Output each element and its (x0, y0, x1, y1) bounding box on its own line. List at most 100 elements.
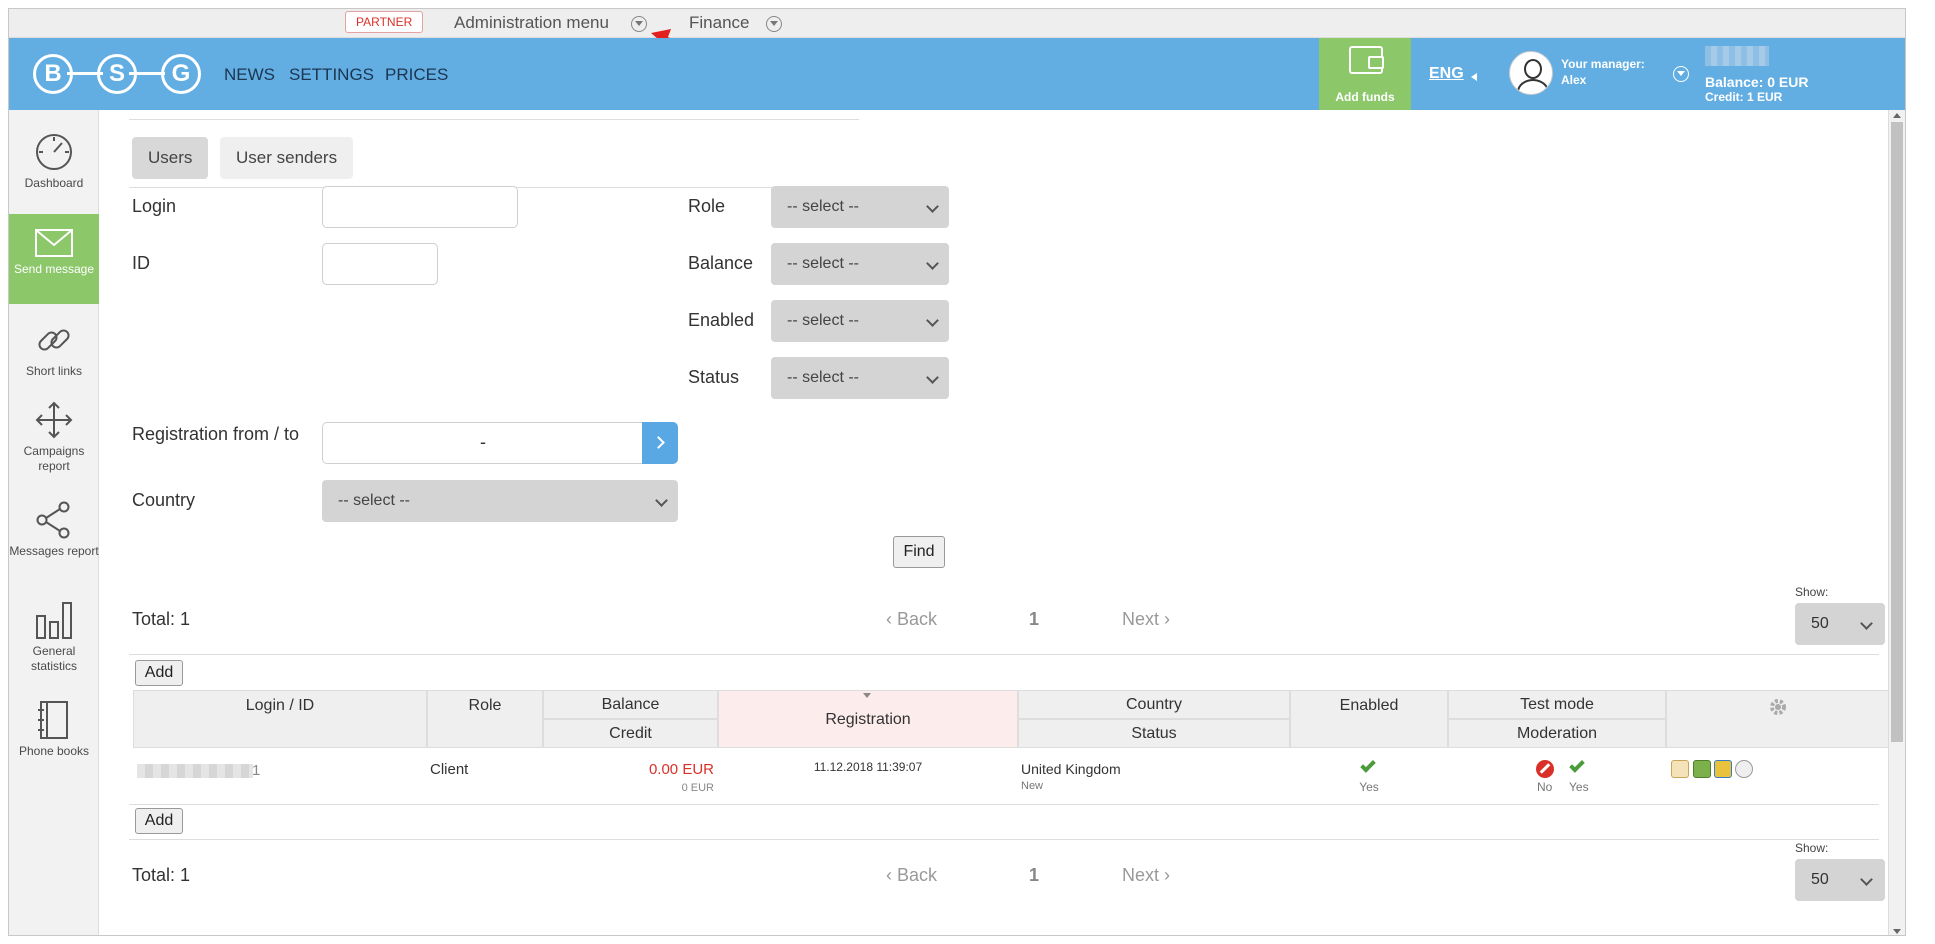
security-lock-icon[interactable] (1714, 760, 1732, 778)
admin-menu-dropdown-icon[interactable] (631, 16, 647, 32)
add-button-top[interactable]: Add (135, 660, 183, 686)
sidebar-item-short-links[interactable]: Short links (9, 320, 99, 390)
add-button-bottom[interactable]: Add (135, 808, 183, 834)
pager-next-bottom[interactable]: Next › (1122, 865, 1170, 886)
col-status[interactable]: Status (1018, 719, 1290, 748)
row-role: Client (430, 761, 469, 778)
scroll-thumb[interactable] (1891, 122, 1903, 742)
show-label: Show: (1795, 585, 1829, 599)
enabled-label: Enabled (688, 310, 755, 330)
add-funds-button[interactable]: Add funds (1319, 38, 1411, 110)
enabled-select[interactable]: -- select -- (771, 300, 949, 342)
top-header: B S G NEWS SETTINGS PRICES Add funds ENG… (9, 38, 1905, 110)
role-label: Role (688, 196, 726, 216)
nav-news[interactable]: NEWS (224, 65, 275, 85)
col-role[interactable]: Role (427, 690, 543, 748)
balance-select[interactable]: -- select -- (771, 243, 949, 285)
pager-back[interactable]: ‹ Back (886, 609, 937, 630)
tab-user-senders[interactable]: User senders (220, 137, 354, 179)
sidebar-item-campaigns-report[interactable]: Campaigns report (9, 400, 99, 485)
total-count-bottom: Total: 1 (132, 865, 191, 885)
scroll-up-icon[interactable] (1893, 113, 1901, 118)
country-label: Country (132, 490, 196, 510)
sidebar-item-messages-report[interactable]: Messages report (9, 500, 99, 585)
nav-prices[interactable]: PRICES (385, 65, 448, 85)
vertical-scrollbar[interactable] (1888, 110, 1905, 935)
sidebar: Dashboard Send message Short links Campa… (9, 110, 99, 935)
sidebar-item-general-statistics[interactable]: General statistics (9, 600, 99, 685)
sidebar-item-send-message[interactable]: Send message (9, 214, 99, 304)
logo[interactable]: B S G (33, 50, 205, 98)
col-registration[interactable]: Registration (718, 690, 1018, 748)
language-caret-icon[interactable] (1471, 73, 1477, 81)
tab-users[interactable]: Users (132, 137, 209, 179)
pager-back-bottom[interactable]: ‹ Back (886, 865, 937, 886)
login-label: Login (132, 196, 177, 216)
bar-chart-icon (36, 602, 72, 639)
key-icon[interactable] (1735, 760, 1753, 778)
shopping-bag-icon[interactable] (1693, 760, 1711, 778)
test-mode-off-icon[interactable] (1536, 760, 1554, 778)
row-login-id[interactable]: 1 (252, 762, 260, 779)
row-country: United Kingdom (1021, 761, 1121, 777)
wallet-icon (1349, 46, 1384, 74)
enabled-check-icon[interactable] (1360, 757, 1376, 773)
notebook-icon (38, 701, 68, 739)
move-arrows-icon (35, 401, 73, 439)
admin-bar: PARTNER Administration menu Finance (9, 9, 1905, 38)
country-select[interactable]: -- select -- (322, 480, 678, 522)
scroll-down-icon[interactable] (1893, 929, 1901, 934)
row-status: New (1021, 780, 1044, 792)
pager-current-page-bottom[interactable]: 1 (1029, 865, 1039, 886)
show-label-bottom: Show: (1795, 841, 1829, 855)
col-login-id[interactable]: Login / ID (133, 690, 427, 748)
id-label: ID (132, 253, 150, 273)
col-country[interactable]: Country (1018, 690, 1290, 719)
edit-icon[interactable] (1671, 760, 1689, 778)
sidebar-item-phone-books[interactable]: Phone books (9, 700, 99, 775)
login-redacted (137, 764, 253, 778)
account-credit: Credit: 1 EUR (1705, 90, 1783, 104)
row-credit: 0 EUR (681, 782, 714, 794)
row-test-mode: No (1537, 780, 1553, 794)
manager-info: Your manager: Alex (1561, 57, 1645, 87)
id-input[interactable] (322, 243, 438, 285)
share-icon (36, 501, 70, 539)
col-enabled[interactable]: Enabled (1290, 690, 1448, 748)
row-moderation: Yes (1569, 780, 1589, 794)
manager-avatar (1509, 51, 1553, 95)
nav-settings[interactable]: SETTINGS (289, 65, 374, 85)
app-window: PARTNER Administration menu Finance 1 B … (8, 8, 1906, 936)
gear-icon[interactable] (1768, 697, 1788, 717)
row-enabled: Yes (1359, 780, 1379, 794)
language-selector[interactable]: ENG (1429, 65, 1464, 83)
account-dropdown-icon[interactable] (1673, 66, 1689, 82)
registration-label: Registration from / to (132, 424, 300, 444)
account-name-redacted (1705, 46, 1769, 66)
moderation-check-icon[interactable] (1569, 757, 1585, 773)
speedometer-icon (36, 134, 72, 170)
pager-next[interactable]: Next › (1122, 609, 1170, 630)
status-select[interactable]: -- select -- (771, 357, 949, 399)
col-moderation[interactable]: Moderation (1448, 719, 1666, 748)
finance-dropdown-icon[interactable] (766, 16, 782, 32)
role-select[interactable]: -- select -- (771, 186, 949, 228)
page-size-select[interactable]: 50 (1795, 603, 1885, 645)
partner-badge: PARTNER (345, 11, 424, 33)
sidebar-item-dashboard[interactable]: Dashboard (9, 132, 99, 202)
pager-current-page[interactable]: 1 (1029, 609, 1039, 630)
balance-label: Balance (688, 253, 754, 273)
page-size-select-bottom[interactable]: 50 (1795, 859, 1885, 901)
status-label: Status (688, 367, 740, 387)
col-settings[interactable] (1666, 690, 1890, 748)
find-button[interactable]: Find (893, 536, 945, 568)
registration-date-range-input[interactable]: - (322, 422, 644, 464)
col-balance[interactable]: Balance (543, 690, 718, 719)
col-credit[interactable]: Credit (543, 719, 718, 748)
login-input[interactable] (322, 186, 518, 228)
administration-menu[interactable]: Administration menu (454, 13, 609, 33)
sort-desc-icon (863, 693, 871, 698)
col-test-mode[interactable]: Test mode (1448, 690, 1666, 719)
envelope-icon (35, 229, 73, 257)
date-range-next-icon[interactable] (642, 422, 678, 464)
